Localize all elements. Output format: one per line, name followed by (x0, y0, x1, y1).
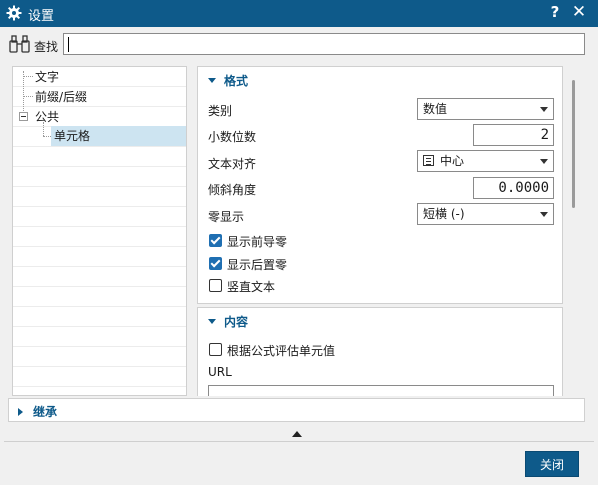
content-header[interactable]: 内容 (208, 313, 248, 330)
category-dropdown[interactable]: 数值 (417, 98, 554, 120)
window-title: 设置 (28, 9, 55, 24)
inherit-section[interactable]: 继承 (8, 398, 585, 422)
decimals-field[interactable]: 2 (473, 124, 554, 146)
align-center-icon (423, 155, 434, 166)
footer-divider (4, 441, 594, 442)
chevron-down-icon (540, 212, 548, 217)
inherit-header[interactable]: 继承 (18, 403, 57, 420)
tree-item-common[interactable]: 公共 (35, 107, 59, 127)
zero-display-label: 零显示 (208, 210, 245, 224)
panel-scrollbar[interactable] (566, 66, 584, 396)
search-input[interactable] (63, 33, 585, 55)
decimals-label: 小数位数 (208, 130, 257, 144)
chevron-down-icon (540, 107, 548, 112)
expand-right-icon (18, 407, 23, 416)
vertical-text-checkbox[interactable] (209, 279, 222, 292)
trailing-zero-label: 显示后置零 (227, 258, 288, 272)
content-section: 内容 根据公式评估单元值 URL (197, 307, 563, 396)
close-icon[interactable]: ✕ (570, 2, 588, 22)
slant-angle-field[interactable]: 0.0000 (473, 177, 554, 199)
format-header[interactable]: 格式 (208, 72, 248, 89)
expand-down-icon (208, 319, 216, 324)
search-bar: 查找 (0, 27, 598, 62)
vertical-text-label: 竖直文本 (227, 280, 276, 294)
text-align-dropdown[interactable]: 中心 (417, 150, 554, 172)
collapse-up-icon[interactable] (292, 431, 302, 437)
text-cursor (68, 37, 69, 52)
gear-icon (6, 5, 22, 21)
title-bar: 设置 ? ✕ (0, 0, 598, 27)
evaluate-formula-label: 根据公式评估单元值 (227, 344, 336, 358)
collapse-toggle[interactable] (19, 112, 28, 121)
find-label: 查找 (34, 40, 59, 54)
url-field[interactable] (208, 385, 554, 396)
leading-zero-label: 显示前导零 (227, 235, 288, 249)
text-align-label: 文本对齐 (208, 157, 257, 171)
tree-item-text[interactable]: 文字 (35, 67, 59, 87)
expand-down-icon (208, 78, 216, 83)
chevron-down-icon (540, 159, 548, 164)
tree-item-cell[interactable]: 单元格 (51, 126, 186, 146)
close-button[interactable]: 关闭 (525, 451, 579, 477)
url-label: URL (208, 365, 232, 379)
category-tree: 文字 前缀/后缀 公共 单元格 (12, 66, 187, 396)
settings-panel: 格式 类别 数值 小数位数 2 文本对齐 中心 倾斜角度 0.0000 零显示 … (197, 66, 564, 396)
tree-item-prefix-suffix[interactable]: 前缀/后缀 (35, 87, 87, 107)
category-label: 类别 (208, 104, 233, 118)
slant-angle-label: 倾斜角度 (208, 183, 257, 197)
zero-display-dropdown[interactable]: 短横 (-) (417, 203, 554, 225)
format-section: 格式 类别 数值 小数位数 2 文本对齐 中心 倾斜角度 0.0000 零显示 … (197, 66, 563, 304)
trailing-zero-checkbox[interactable] (209, 257, 222, 270)
leading-zero-checkbox[interactable] (209, 234, 222, 247)
scrollbar-thumb[interactable] (572, 80, 575, 208)
binoculars-icon (9, 35, 30, 53)
evaluate-formula-checkbox[interactable] (209, 343, 222, 356)
help-icon[interactable]: ? (548, 3, 562, 21)
